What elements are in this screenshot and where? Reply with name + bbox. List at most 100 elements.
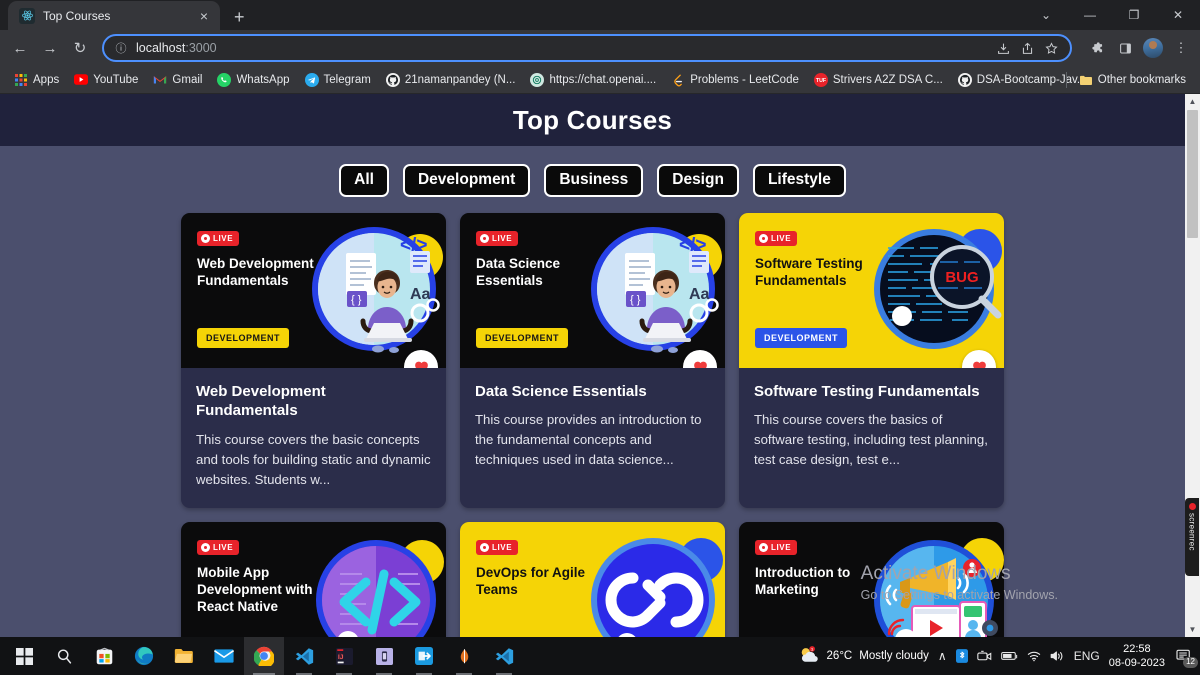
- thumbnail-title: DevOps for Agile Teams: [476, 565, 586, 598]
- new-tab-button[interactable]: +: [234, 8, 245, 26]
- site-info-icon[interactable]: ⓘ: [114, 40, 128, 56]
- filter-all[interactable]: All: [339, 164, 389, 197]
- coding-person-illustration: </> Aa { }: [312, 226, 443, 353]
- google-chrome[interactable]: [244, 637, 284, 675]
- bookmark-label: Gmail: [172, 73, 203, 86]
- phone-link[interactable]: [364, 637, 404, 675]
- intellij-idea[interactable]: IJ: [324, 637, 364, 675]
- filter-design[interactable]: Design: [657, 164, 739, 197]
- bookmark-gmail[interactable]: Gmail: [147, 71, 208, 89]
- live-dot-icon: [201, 543, 210, 553]
- screenrec-tab[interactable]: screenrec: [1185, 498, 1199, 576]
- search-button[interactable]: [44, 637, 84, 675]
- youtube-icon: [74, 73, 89, 87]
- course-card[interactable]: </> Aa { }: [460, 212, 725, 509]
- export-tool[interactable]: [404, 637, 444, 675]
- course-card[interactable]: LIVE Mobile App Development with React N…: [181, 522, 446, 637]
- scroll-down-arrow[interactable]: ▼: [1185, 622, 1200, 637]
- windows-logo-icon: [15, 647, 33, 665]
- browser-tab[interactable]: Top Courses ×: [8, 1, 220, 30]
- install-app-icon[interactable]: [992, 37, 1014, 59]
- course-card[interactable]: LIVE DevOps for Agile Teams DEVELOPMENT …: [460, 522, 725, 637]
- tab-search-icon[interactable]: ⌄: [1024, 0, 1068, 30]
- page-header: Top Courses: [0, 94, 1185, 146]
- github-icon: [385, 72, 400, 87]
- live-dot-icon: [201, 233, 210, 243]
- course-thumbnail: LIVE Mobile App Development with React N…: [181, 522, 446, 637]
- show-hidden-icons-button[interactable]: ∧: [938, 649, 947, 663]
- mail-app[interactable]: [204, 637, 244, 675]
- gmail-icon: [153, 73, 167, 87]
- bookmark-label: Problems - LeetCode: [690, 73, 799, 86]
- bookmark-leetcode[interactable]: Problems - LeetCode: [665, 71, 805, 89]
- vscode-insiders-icon: [495, 647, 513, 665]
- back-button[interactable]: ←: [6, 34, 34, 62]
- live-dot-icon: [480, 543, 489, 553]
- course-card[interactable]: </> Aa { }: [181, 212, 446, 509]
- maximize-button[interactable]: ❐: [1112, 0, 1156, 30]
- file-explorer[interactable]: [164, 637, 204, 675]
- course-card[interactable]: LIVE Introduction to Marketing MARKETING…: [739, 522, 1004, 637]
- profile-avatar[interactable]: [1140, 35, 1166, 61]
- scrollbar-thumb[interactable]: [1187, 110, 1198, 238]
- thumbnail-title: Introduction to Marketing: [755, 565, 851, 598]
- course-title: Web Development Fundamentals: [196, 382, 326, 420]
- forward-button[interactable]: →: [36, 34, 64, 62]
- thumbnail-title: Data Science Essentials: [476, 255, 561, 288]
- three-dot-menu-icon[interactable]: ⋮: [1168, 35, 1194, 61]
- notifications-button[interactable]: 12: [1174, 646, 1198, 668]
- star-icon[interactable]: [1040, 37, 1062, 59]
- live-badge: LIVE: [755, 230, 798, 246]
- bookmark-chatgpt[interactable]: https://chat.openai....: [524, 71, 662, 89]
- wifi-icon[interactable]: [1027, 650, 1041, 662]
- puzzle-icon[interactable]: [1084, 35, 1110, 61]
- live-label: LIVE: [492, 543, 513, 553]
- microsoft-store[interactable]: [84, 637, 124, 675]
- chrome-icon: [254, 646, 274, 666]
- language-indicator[interactable]: ENG: [1074, 649, 1100, 663]
- bluetooth-icon[interactable]: [955, 649, 968, 663]
- filter-business[interactable]: Business: [544, 164, 644, 197]
- page-viewport: Top Courses All Development Business Des…: [0, 94, 1200, 637]
- bookmark-youtube[interactable]: YouTube: [68, 71, 144, 89]
- bookmark-apps[interactable]: Apps: [8, 71, 65, 89]
- close-window-button[interactable]: ✕: [1156, 0, 1200, 30]
- minimize-button[interactable]: —: [1068, 0, 1112, 30]
- live-dot-icon: [480, 233, 489, 243]
- course-card-body: Data Science Essentials This course prov…: [460, 368, 725, 489]
- svg-text:TUF: TUF: [816, 78, 827, 84]
- bookmark-strivers-dsa[interactable]: TUF Strivers A2Z DSA C...: [808, 71, 949, 89]
- bookmark-label: Apps: [33, 73, 60, 86]
- bookmark-label: Strivers A2Z DSA C...: [832, 73, 943, 86]
- share-icon[interactable]: [1016, 37, 1038, 59]
- side-panel-icon[interactable]: [1112, 35, 1138, 61]
- bookmark-github-profile[interactable]: 21namanpandey (N...: [380, 71, 522, 89]
- other-bookmarks-label: Other bookmarks: [1097, 73, 1186, 86]
- phone-icon: [375, 647, 393, 665]
- start-button[interactable]: [4, 637, 44, 675]
- heart-icon: [693, 361, 707, 368]
- bookmark-whatsapp[interactable]: WhatsApp: [211, 71, 295, 89]
- mongodb-compass[interactable]: [444, 637, 484, 675]
- close-tab-icon[interactable]: ×: [196, 9, 212, 23]
- microsoft-edge[interactable]: [124, 637, 164, 675]
- leetcode-icon: [671, 73, 685, 87]
- camera-icon[interactable]: [976, 650, 992, 662]
- filter-lifestyle[interactable]: Lifestyle: [752, 164, 846, 197]
- taskbar-clock[interactable]: 22:58 08-09-2023: [1109, 642, 1165, 671]
- address-bar[interactable]: ⓘ localhost:3000: [102, 34, 1072, 62]
- vs-code[interactable]: [284, 637, 324, 675]
- live-badge: LIVE: [755, 540, 798, 556]
- battery-icon[interactable]: [1000, 651, 1018, 661]
- vs-code-insiders[interactable]: [484, 637, 524, 675]
- weather-widget[interactable]: 1 26°C Mostly cloudy: [798, 645, 929, 667]
- course-card[interactable]: BUG LIVE Software Testing Fundamentals D…: [739, 212, 1004, 509]
- volume-icon[interactable]: [1050, 650, 1065, 662]
- megaphone-media-illustration: [874, 538, 1004, 637]
- scroll-up-arrow[interactable]: ▲: [1185, 94, 1200, 109]
- filter-development[interactable]: Development: [402, 164, 531, 197]
- reload-button[interactable]: ↻: [66, 34, 94, 62]
- other-bookmarks-button[interactable]: Other bookmarks: [1073, 71, 1192, 89]
- bookmark-telegram[interactable]: Telegram: [299, 71, 377, 89]
- url-port: :3000: [185, 41, 217, 55]
